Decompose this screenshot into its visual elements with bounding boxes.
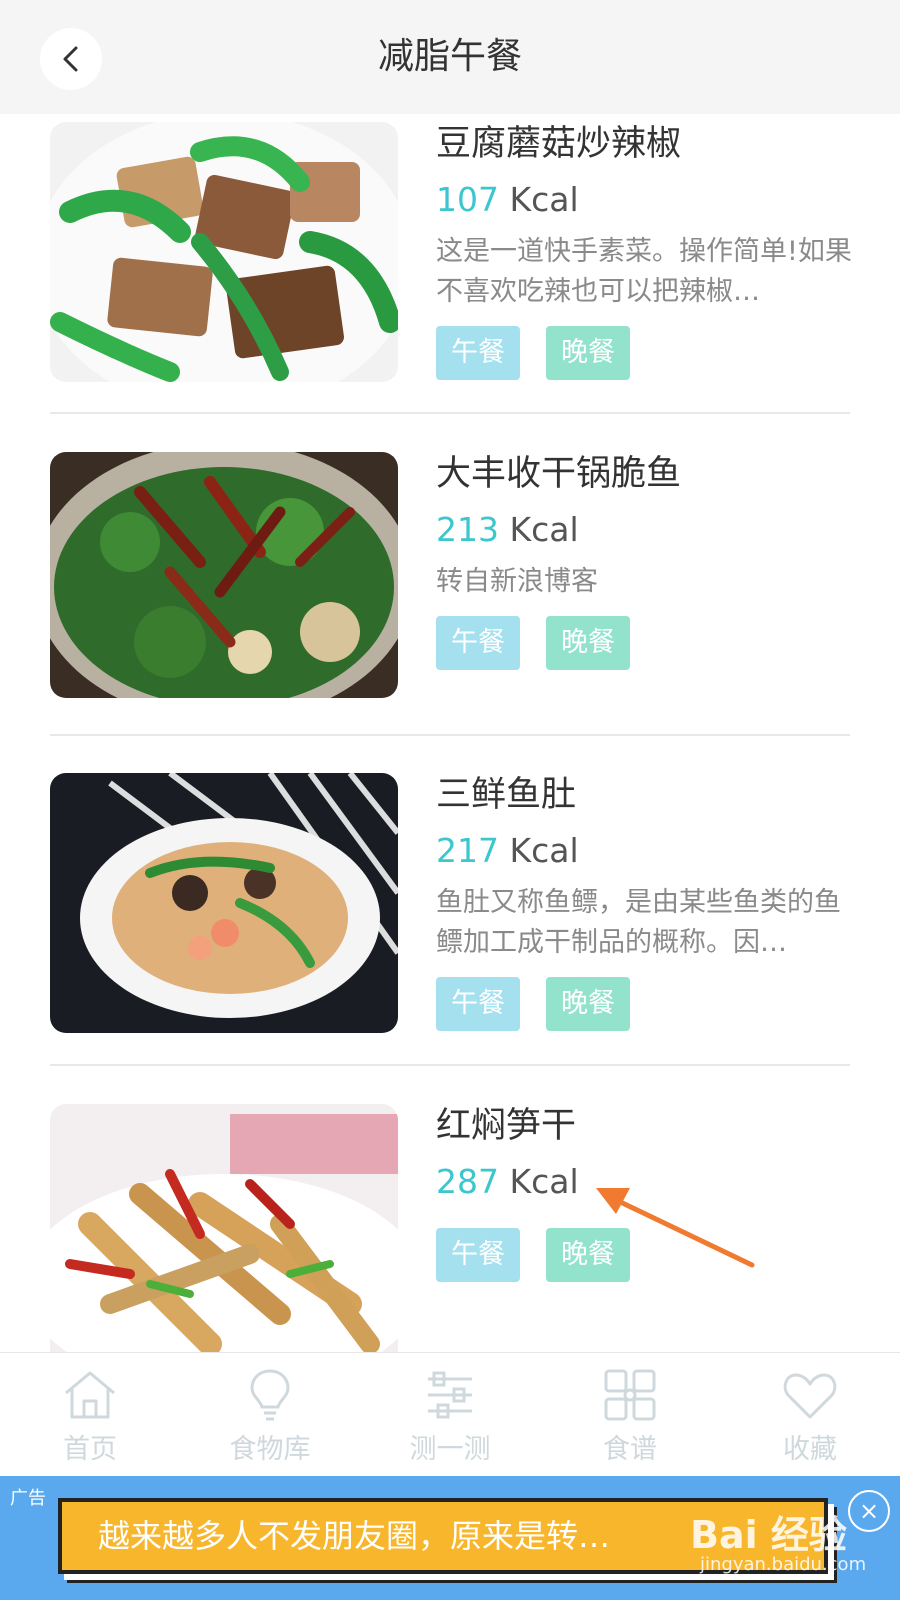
tab-food-library[interactable]: 食物库	[180, 1353, 360, 1476]
tab-recipes[interactable]: 食谱	[540, 1353, 720, 1476]
sliders-icon	[428, 1371, 472, 1419]
tab-test[interactable]: 测一测	[360, 1353, 540, 1476]
tag-dinner: 晚餐	[546, 616, 630, 670]
tag-lunch: 午餐	[436, 1228, 520, 1282]
bottom-tab-bar: 首页 食物库 测一测 食谱 收藏	[0, 1352, 900, 1476]
recipe-list[interactable]: 豆腐蘑菇炒辣椒 107 Kcal 这是一道快手素菜。操作简单!如果不喜欢吃辣也可…	[0, 114, 900, 1352]
tag-dinner: 晚餐	[546, 326, 630, 380]
recipe-description: 转自新浪博客	[436, 566, 598, 597]
tag-lunch: 午餐	[436, 616, 520, 670]
divider	[50, 1064, 850, 1066]
tag-dinner: 晚餐	[546, 977, 630, 1031]
heart-icon	[783, 1373, 837, 1419]
recipe-calories: 217 Kcal	[436, 831, 579, 870]
tag-lunch: 午餐	[436, 977, 520, 1031]
tag-dinner: 晚餐	[546, 1228, 630, 1282]
recipe-calories: 287 Kcal	[436, 1162, 579, 1201]
ad-text: 越来越多人不发朋友圈，原来是转…	[98, 1517, 611, 1555]
recipe-name: 豆腐蘑菇炒辣椒	[436, 124, 682, 164]
watermark-url: jingyan.baidu.com	[700, 1554, 867, 1575]
tab-home[interactable]: 首页	[0, 1353, 180, 1476]
back-button[interactable]	[40, 28, 102, 90]
recipe-name: 三鲜鱼肚	[436, 775, 577, 815]
recipe-thumbnail[interactable]	[50, 773, 398, 1033]
recipe-thumbnail[interactable]	[50, 452, 398, 698]
watermark-brand: Bai 经验	[690, 1513, 847, 1557]
page-title: 减脂午餐	[377, 36, 522, 77]
divider	[50, 734, 850, 736]
ad-label: 广告	[10, 1488, 46, 1509]
grid-icon	[604, 1369, 656, 1421]
recipe-description: 鱼肚又称鱼鳔，是由某些鱼类的鱼鳔加工成干制品的概称。因…	[436, 887, 841, 958]
recipe-description: 这是一道快手素菜。操作简单!如果不喜欢吃辣也可以把辣椒…	[436, 236, 852, 307]
lightbulb-icon	[250, 1369, 290, 1421]
recipe-thumbnail[interactable]	[50, 122, 398, 382]
recipe-calories: 107 Kcal	[436, 180, 579, 219]
chevron-left-icon	[63, 46, 78, 72]
recipe-name: 大丰收干锅脆鱼	[436, 454, 682, 494]
tab-favorites[interactable]: 收藏	[720, 1353, 900, 1476]
divider	[50, 412, 850, 414]
ad-banner[interactable]: 广告 越来越多人不发朋友圈，原来是转… Bai 经验 jingyan.baidu…	[0, 1476, 900, 1600]
top-bar: 减脂午餐	[0, 0, 900, 114]
close-icon[interactable]: ×	[848, 1490, 890, 1532]
tag-lunch: 午餐	[436, 326, 520, 380]
recipe-thumbnail[interactable]	[50, 1104, 398, 1352]
recipe-calories: 213 Kcal	[436, 510, 579, 549]
recipe-name: 红焖笋干	[436, 1106, 577, 1146]
home-icon	[65, 1371, 115, 1419]
